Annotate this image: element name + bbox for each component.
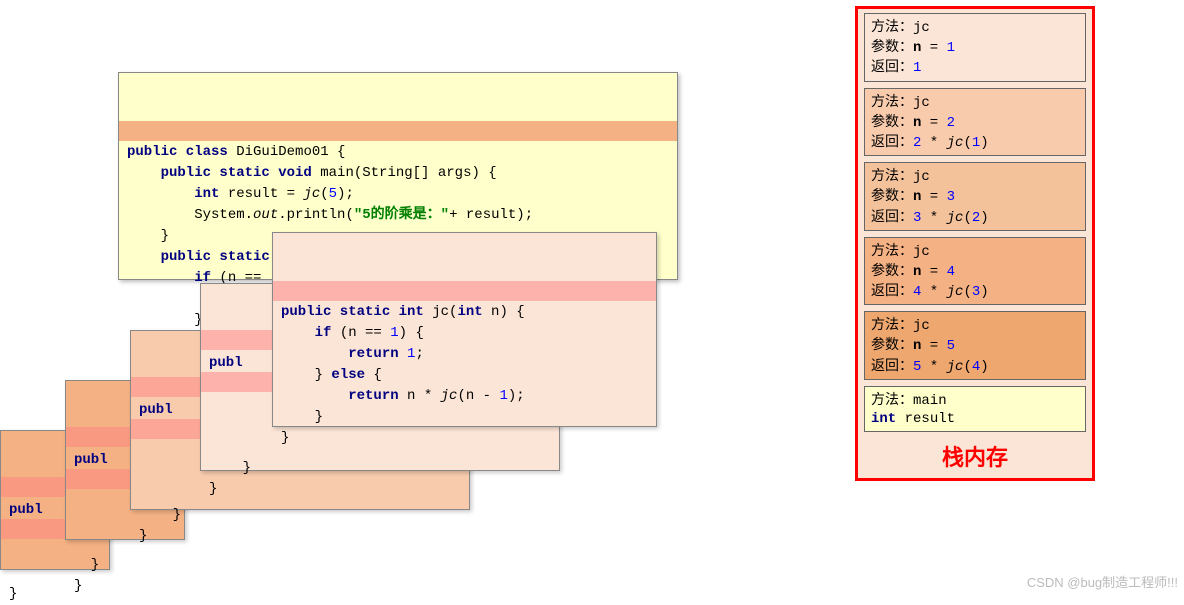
stack-frame-main: 方法：main int result	[864, 386, 1086, 432]
stack-frame-4: 方法：jc参数：n = 5返回：5 * jc(4)	[864, 311, 1086, 380]
stack-title: 栈内存	[864, 438, 1086, 478]
recursion-frame-1: public static int jc(int n) { if (n == 1…	[272, 232, 657, 427]
stack-memory: 方法：jc参数：n = 1返回：1方法：jc参数：n = 2返回：2 * jc(…	[855, 6, 1095, 481]
stack-frame-1: 方法：jc参数：n = 2返回：2 * jc(1)	[864, 88, 1086, 157]
stack-frame-2: 方法：jc参数：n = 3返回：3 * jc(2)	[864, 162, 1086, 231]
watermark: CSDN @bug制造工程师!!!	[1027, 572, 1178, 591]
stack-frame-3: 方法：jc参数：n = 4返回：4 * jc(3)	[864, 237, 1086, 306]
stack-frame-0: 方法：jc参数：n = 1返回：1	[864, 13, 1086, 82]
